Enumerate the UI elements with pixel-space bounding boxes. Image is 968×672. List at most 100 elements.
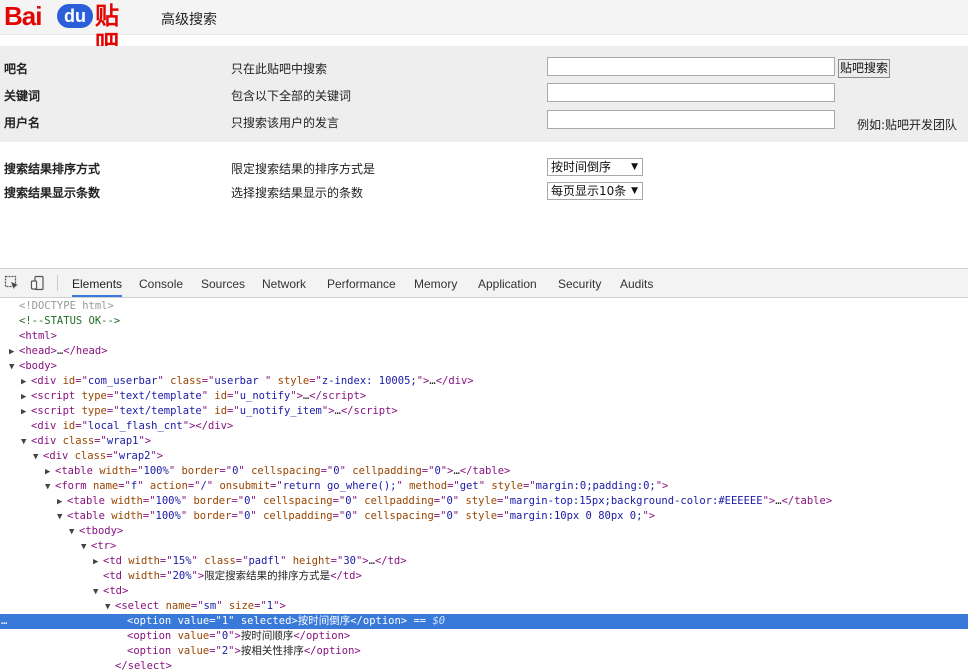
collapse-triangle-icon[interactable]: ▼ [33,450,43,465]
dropdown-arrow-icon: ▼ [631,186,638,196]
dom-node[interactable]: ▼ <body> [0,359,968,374]
collapse-triangle-icon[interactable]: ▼ [69,525,79,540]
header-bar: Bai du 贴吧 高级搜索 [0,0,968,58]
dom-node[interactable]: ▶ <table width="100%" border="0" cellspac… [0,464,968,479]
dom-node[interactable]: ▶ <div id="com_userbar" class="userbar " … [0,374,968,389]
page-title: 高级搜索 [161,12,217,28]
dom-node-markup: <td width="20%">限定搜索结果的排序方式是</td> [103,570,362,582]
dom-node[interactable]: <!DOCTYPE html> [0,299,968,314]
dom-node-markup: <head>…</head> [19,345,108,357]
node-menu-icon[interactable]: … [1,614,7,629]
inspect-element-icon[interactable] [4,275,20,291]
sort-desc: 限定搜索结果的排序方式是 [231,162,376,176]
expand-triangle-icon[interactable]: ▶ [57,495,67,510]
expand-triangle-icon[interactable]: ▶ [9,345,19,360]
dom-tree[interactable]: <!DOCTYPE html> <!--STATUS OK--> <html> ▶… [0,298,968,672]
dom-node[interactable]: ▼ <div class="wrap1"> [0,434,968,449]
keyword-label: 关键词 [4,89,41,103]
dom-node-markup: <body> [19,360,57,372]
dom-node-markup: <div id="local_flash_cnt"></div> [31,420,234,432]
expand-triangle-icon[interactable]: ▶ [45,465,55,480]
dom-node[interactable]: ▼ <table width="100%" border="0" cellpadd… [0,509,968,524]
expand-triangle-icon[interactable]: ▶ [21,405,31,420]
count-select[interactable]: 每页显示10条 ▼ [547,182,643,200]
collapse-triangle-icon[interactable]: ▼ [9,360,19,375]
collapse-triangle-icon[interactable]: ▼ [21,435,31,450]
dom-node[interactable]: <div id="local_flash_cnt"></div> [0,419,968,434]
dom-node-markup: <tbody> [79,525,124,537]
device-toolbar-icon[interactable] [30,275,46,291]
dom-node-markup: <option value="1" selected>按时间倒序</option… [127,615,446,627]
dom-node[interactable]: ▶ <td width="15%" class="padfl" height="3… [0,554,968,569]
dom-node[interactable]: ▼ <tbody> [0,524,968,539]
username-input[interactable] [547,110,835,129]
logo-text-bai: Bai [4,1,42,31]
dom-node-selected[interactable]: … <option value="1" selected>按时间倒序</opti… [0,614,968,629]
dom-node[interactable]: <option value="0">按时间顺序</option> [0,629,968,644]
dom-node[interactable]: </select> [0,659,968,672]
tab-performance[interactable]: Performance [327,269,396,297]
dom-node-markup: </select> [115,660,172,672]
sort-select[interactable]: 按时间倒序 ▼ [547,158,643,176]
keyword-input[interactable] [547,83,835,102]
dom-node[interactable]: ▼ <td> [0,584,968,599]
dom-node[interactable]: ▼ <div class="wrap2"> [0,449,968,464]
forum-name-desc: 只在此贴吧中搜索 [231,62,328,76]
tab-memory[interactable]: Memory [414,269,457,297]
dom-node-markup: <script type="text/template" id="u_notif… [31,390,367,402]
collapse-triangle-icon[interactable]: ▼ [57,510,67,525]
expand-triangle-icon[interactable]: ▶ [21,375,31,390]
dom-node[interactable]: ▼ <tr> [0,539,968,554]
dom-node-markup: <script type="text/template" id="u_notif… [31,405,398,417]
count-desc: 选择搜索结果显示的条数 [231,186,364,200]
logo-paw-du: du [57,4,93,28]
dom-node-markup: <div class="wrap1"> [31,435,152,447]
dom-node-markup: <td> [103,585,129,597]
dom-node-markup: <td width="15%" class="padfl" height="30… [103,555,407,567]
expand-triangle-icon[interactable]: ▶ [21,390,31,405]
dom-node-markup: <option value="0">按时间顺序</option> [127,630,351,642]
dom-node-markup: <tr> [91,540,117,552]
dom-node[interactable]: ▼ <select name="sm" size="1"> [0,599,968,614]
dom-node[interactable]: ▶ <script type="text/template" id="u_noti… [0,389,968,404]
dom-node[interactable]: ▶ <head>…</head> [0,344,968,359]
dom-node[interactable]: <!--STATUS OK--> [0,314,968,329]
tab-sources[interactable]: Sources [201,269,245,297]
dom-node[interactable]: ▶ <script type="text/template" id="u_noti… [0,404,968,419]
dom-node-markup: <option value="2">按相关性排序</option> [127,645,361,657]
collapse-triangle-icon[interactable]: ▼ [93,585,103,600]
tab-elements[interactable]: Elements [72,269,123,297]
forum-name-input[interactable] [547,57,835,76]
devtools-toolbar: Elements Console Sources Network Performance… [0,269,968,298]
tab-network[interactable]: Network [262,269,306,297]
collapse-triangle-icon[interactable]: ▼ [105,600,115,615]
tieba-search-button[interactable]: 贴吧搜索 [838,59,890,78]
dom-node-markup: <div id="com_userbar" class="userbar " s… [31,375,474,387]
tab-application[interactable]: Application [478,269,537,297]
collapse-triangle-icon[interactable]: ▼ [45,480,55,495]
dom-node-markup: <table width="100%" border="0" cellpaddi… [67,510,656,522]
forum-name-label: 吧名 [4,62,29,76]
baidu-tieba-logo[interactable]: Bai du 贴吧 [4,1,142,58]
tab-security[interactable]: Security [558,269,601,297]
dom-node-markup: <!--STATUS OK--> [19,315,121,327]
dom-node[interactable]: <td width="20%">限定搜索结果的排序方式是</td> [0,569,968,584]
dom-node-markup: <table width="100%" border="0" cellspaci… [67,495,833,507]
dom-node-markup: <form name="f" action="/" onsubmit="retu… [55,480,669,492]
dom-node[interactable]: ▶ <table width="100%" border="0" cellspac… [0,494,968,509]
dom-node[interactable]: ▼ <form name="f" action="/" onsubmit="ret… [0,479,968,494]
collapse-triangle-icon[interactable]: ▼ [81,540,91,555]
dom-node[interactable]: <option value="2">按相关性排序</option> [0,644,968,659]
count-select-value: 每页显示10条 [551,184,627,198]
expand-triangle-icon[interactable]: ▶ [93,555,103,570]
tab-audits[interactable]: Audits [620,269,653,297]
dom-node[interactable]: <html> [0,329,968,344]
tab-console[interactable]: Console [139,269,183,297]
